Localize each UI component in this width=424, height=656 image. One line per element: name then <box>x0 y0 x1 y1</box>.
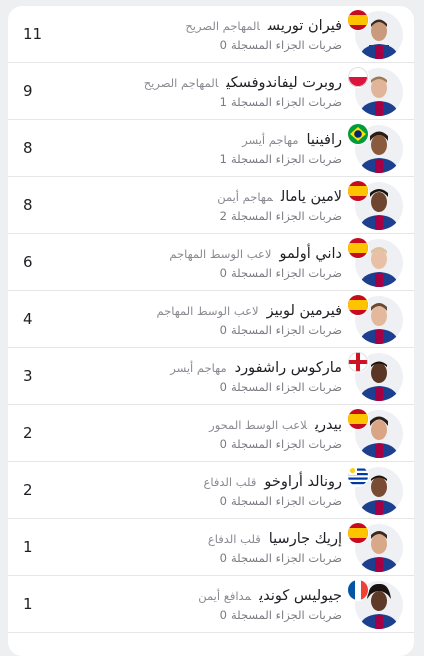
stat-count: 1 <box>23 538 33 556</box>
player-row[interactable]: 8 لامين يامال مهاجم أيمن ضربات الجزاء الم… <box>8 177 414 234</box>
player-position: مهاجم أيسر <box>170 361 227 375</box>
stat-label: ضربات الجزاء المسجلة <box>230 38 342 52</box>
player-row[interactable]: 4 فيرمين لوبيز لاعب الوسط المهاجم ضربات ا… <box>8 291 414 348</box>
player-name[interactable]: إريك جارسيا <box>269 531 342 547</box>
player-name[interactable]: فيرمين لوبيز <box>267 303 342 319</box>
player-name[interactable]: جيوليس كوندي <box>259 588 342 604</box>
stat-count: 11 <box>23 25 43 43</box>
player-position: قلب الدفاع <box>203 475 257 489</box>
player-name[interactable]: فيران توريس <box>268 18 342 34</box>
player-row[interactable]: 11 فيران توريس المهاجم الصريح ضربات الجزا… <box>8 6 414 63</box>
player-position: مهاجم أيسر <box>242 133 299 147</box>
player-row[interactable]: 3 ماركوس راشفورد مهاجم أيسر ضربات الجزاء … <box>8 348 414 405</box>
stat-label: ضربات الجزاء المسجلة <box>230 209 342 223</box>
stat-value: 0 <box>219 380 227 394</box>
france-flag-icon <box>347 579 369 601</box>
stat-count: 8 <box>23 196 33 214</box>
spain-flag-icon <box>347 9 369 31</box>
player-position: المهاجم الصريح <box>185 19 260 33</box>
stat-label: ضربات الجزاء المسجلة <box>230 608 342 622</box>
stat-label: ضربات الجزاء المسجلة <box>230 266 342 280</box>
stat-label: ضربات الجزاء المسجلة <box>230 494 342 508</box>
player-row[interactable]: 8 رافينيا مهاجم أيسر ضربات الجزاء المسجلة… <box>8 120 414 177</box>
player-name[interactable]: داني أولمو <box>279 246 342 262</box>
stat-count: 1 <box>23 595 33 613</box>
player-name[interactable]: ماركوس راشفورد <box>235 360 342 376</box>
player-position: لاعب الوسط المحور <box>209 418 307 432</box>
player-name[interactable]: روبرت ليفاندوفسكي <box>226 75 342 91</box>
england-flag-icon <box>347 351 369 373</box>
player-name[interactable]: رافينيا <box>306 132 342 148</box>
stat-label: ضربات الجزاء المسجلة <box>230 437 342 451</box>
player-name[interactable]: رونالد أراوخو <box>264 474 342 490</box>
spain-flag-icon <box>347 408 369 430</box>
player-row[interactable]: 6 داني أولمو لاعب الوسط المهاجم ضربات الج… <box>8 234 414 291</box>
stat-count: 9 <box>23 82 33 100</box>
stat-value: 0 <box>219 494 227 508</box>
stat-value: 2 <box>219 209 227 223</box>
spain-flag-icon <box>347 522 369 544</box>
stat-label: ضربات الجزاء المسجلة <box>230 152 342 166</box>
player-position: لاعب الوسط المهاجم <box>156 304 259 318</box>
spain-flag-icon <box>347 180 369 202</box>
player-name[interactable]: لامين يامال <box>281 189 342 205</box>
stat-value: 0 <box>219 38 227 52</box>
stat-value: 1 <box>219 95 227 109</box>
uruguay-flag-icon <box>347 465 369 487</box>
player-position: مهاجم أيمن <box>217 190 273 204</box>
brazil-flag-icon <box>347 123 369 145</box>
stat-count: 2 <box>23 424 33 442</box>
stat-value: 0 <box>219 323 227 337</box>
stat-label: ضربات الجزاء المسجلة <box>230 95 342 109</box>
player-row[interactable]: 2 رونالد أراوخو قلب الدفاع ضربات الجزاء ا… <box>8 462 414 519</box>
player-row[interactable]: 2 بيدري لاعب الوسط المحور ضربات الجزاء ال… <box>8 405 414 462</box>
player-position: قلب الدفاع <box>207 532 261 546</box>
player-row[interactable]: 9 روبرت ليفاندوفسكي المهاجم الصريح ضربات … <box>8 63 414 120</box>
stat-value: 0 <box>219 437 227 451</box>
stat-value: 1 <box>219 152 227 166</box>
stat-count: 4 <box>23 310 33 328</box>
stat-value: 0 <box>219 266 227 280</box>
player-position: لاعب الوسط المهاجم <box>169 247 272 261</box>
stat-value: 0 <box>219 551 227 565</box>
stat-count: 6 <box>23 253 33 271</box>
player-row[interactable]: 1 جيوليس كوندي مدافع أيمن ضربات الجزاء ال… <box>8 576 414 633</box>
player-stats-list: 11 فيران توريسالمهاجم الصريح ضربات الجزا… <box>8 6 414 656</box>
poland-flag-icon <box>347 66 369 88</box>
stat-label: ضربات الجزاء المسجلة <box>230 380 342 394</box>
stat-label: ضربات الجزاء المسجلة <box>230 551 342 565</box>
stat-count: 3 <box>23 367 33 385</box>
stat-label: ضربات الجزاء المسجلة <box>230 323 342 337</box>
player-position: المهاجم الصريح <box>143 76 219 90</box>
player-position: مدافع أيمن <box>198 589 252 603</box>
player-row[interactable]: 1 إريك جارسيا قلب الدفاع ضربات الجزاء الم… <box>8 519 414 576</box>
stat-count: 8 <box>23 139 33 157</box>
spain-flag-icon <box>347 294 369 316</box>
player-name[interactable]: بيدري <box>315 417 342 433</box>
stat-value: 0 <box>219 608 227 622</box>
spain-flag-icon <box>347 237 369 259</box>
stat-count: 2 <box>23 481 33 499</box>
